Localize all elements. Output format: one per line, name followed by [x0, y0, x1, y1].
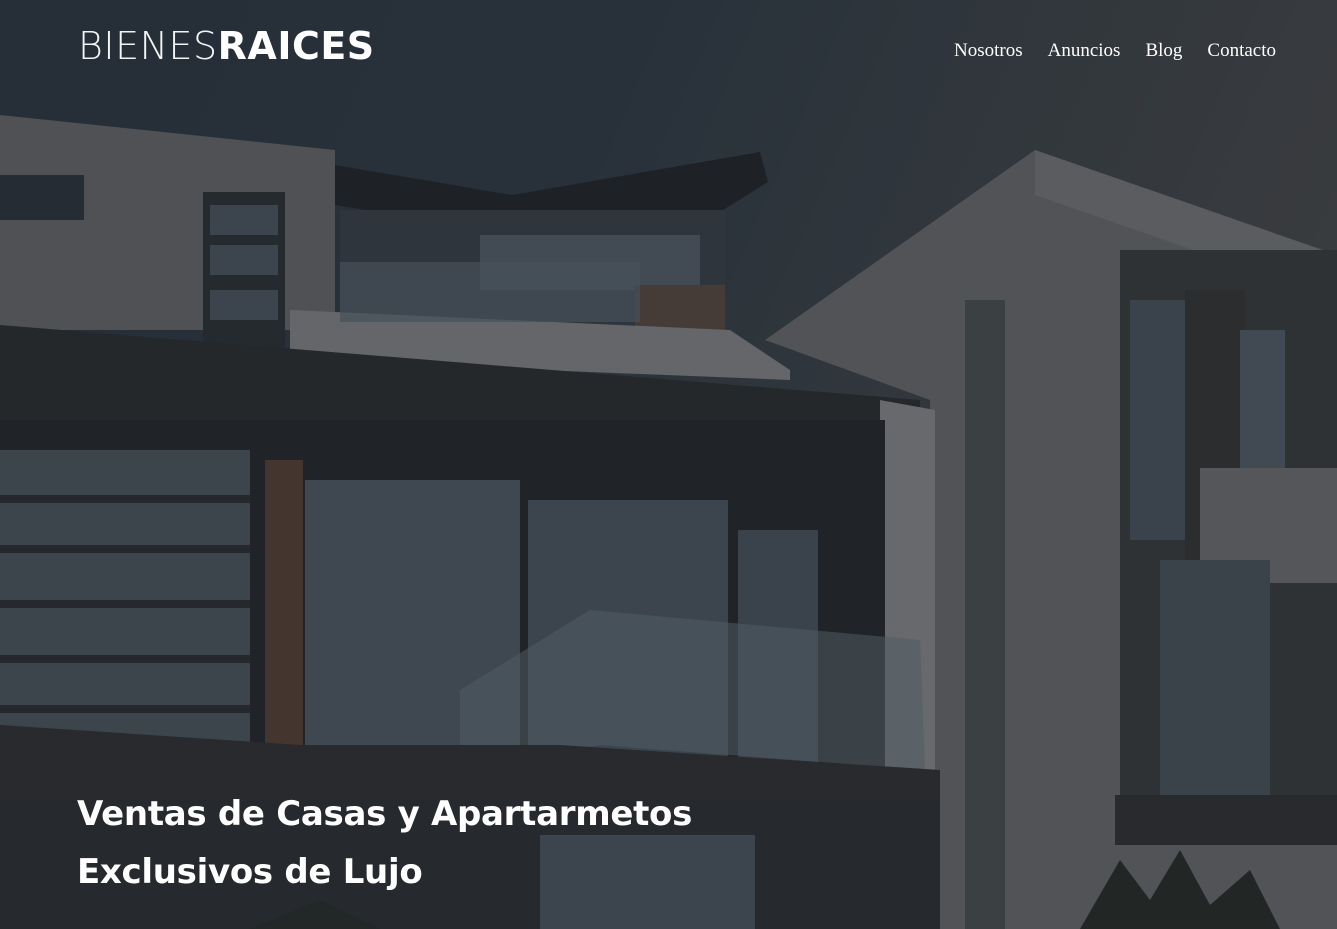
- hero-headline-line-2: Exclusivos de Lujo: [77, 852, 423, 892]
- hero-headline: Ventas de Casas y Apartarmetos Exclusivo…: [77, 785, 692, 901]
- site-header: BIENESRAICES Nosotros Anuncios Blog Cont…: [0, 0, 1337, 100]
- site-logo[interactable]: BIENESRAICES: [78, 24, 375, 68]
- nav-link-anuncios[interactable]: Anuncios: [1048, 38, 1121, 64]
- hero-headline-line-1: Ventas de Casas y Apartarmetos: [77, 794, 693, 834]
- logo-text-light: BIENES: [78, 24, 218, 68]
- main-navigation: Nosotros Anuncios Blog Contacto: [954, 38, 1276, 64]
- nav-link-nosotros[interactable]: Nosotros: [954, 38, 1023, 64]
- logo-text-bold: RAICES: [217, 24, 375, 68]
- nav-link-blog[interactable]: Blog: [1145, 38, 1182, 64]
- hero-section: BIENESRAICES Nosotros Anuncios Blog Cont…: [0, 0, 1337, 929]
- nav-link-contacto[interactable]: Contacto: [1207, 38, 1276, 64]
